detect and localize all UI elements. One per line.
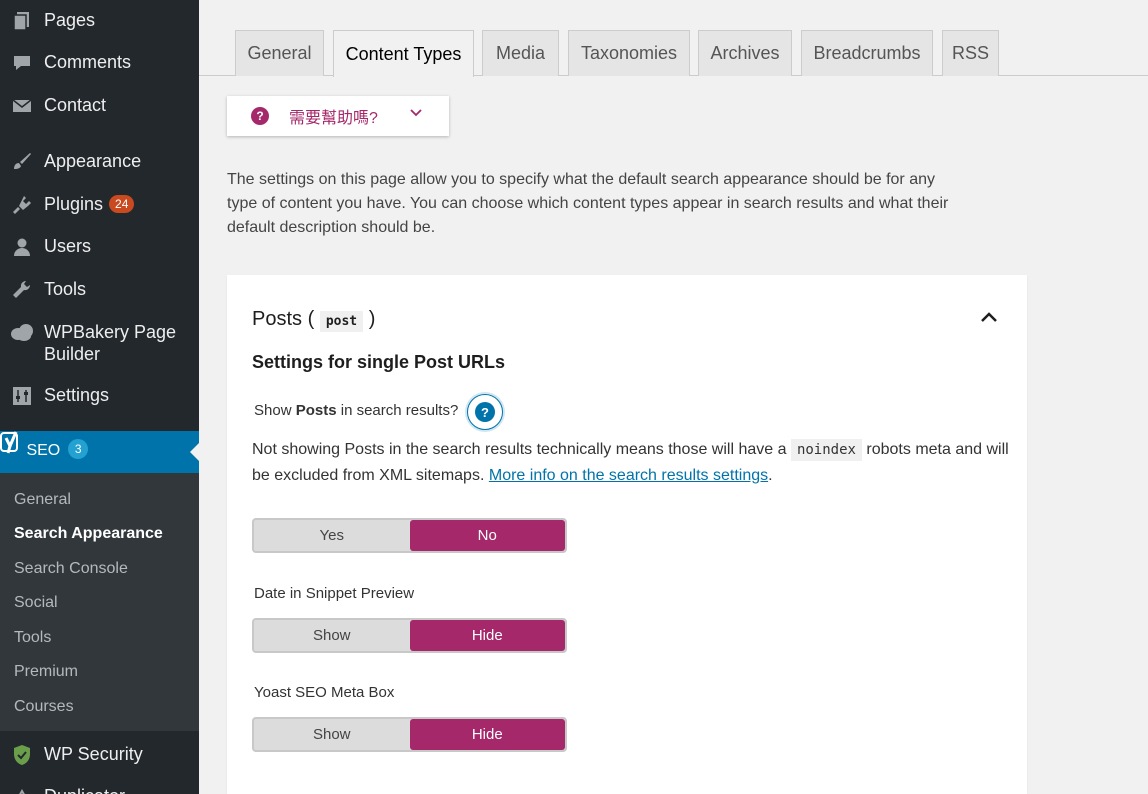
- label-bold: Posts: [295, 402, 337, 419]
- yoast-icon: [0, 431, 26, 459]
- sidebar-item-label: WP Security: [44, 744, 143, 764]
- sidebar-item-label: Contact: [44, 95, 107, 115]
- notification-badge: 3: [68, 439, 89, 459]
- label-pre: Show: [254, 402, 296, 419]
- sidebar-item-label: Appearance: [44, 151, 142, 171]
- submenu-item-courses[interactable]: Courses: [14, 698, 74, 716]
- tab-taxonomies[interactable]: Taxonomies: [568, 30, 690, 76]
- sidebar-item-label: Duplicator: [44, 785, 125, 794]
- help-button[interactable]: ?: [467, 394, 503, 430]
- tab-archives[interactable]: Archives: [698, 30, 792, 76]
- toggle-option-no[interactable]: No: [409, 520, 565, 551]
- tab-breadcrumbs[interactable]: Breadcrumbs: [801, 30, 933, 76]
- wrench-icon: [10, 278, 34, 302]
- sidebar-item-label: Tools: [44, 279, 87, 299]
- help-toggle-button[interactable]: ? 需要幫助嗎?: [227, 96, 449, 136]
- sidebar-item-seo[interactable]: SEO 3: [0, 431, 199, 473]
- help-label: 需要幫助嗎?: [289, 110, 378, 127]
- card-title-close: ): [368, 308, 376, 330]
- meta-box-toggle[interactable]: Show Hide: [252, 717, 567, 752]
- comments-icon: [10, 51, 34, 75]
- admin-sidebar: Pages Comments Contact Appearance Plugin…: [0, 0, 199, 794]
- submenu-item-social[interactable]: Social: [14, 594, 58, 612]
- noindex-code: noindex: [790, 439, 862, 461]
- tab-general[interactable]: General: [235, 30, 324, 76]
- show-in-search-label: Show Posts in search results?: [254, 402, 458, 419]
- sidebar-item-label: Users: [44, 236, 92, 256]
- settings-tab-bar: General Content Types Media Taxonomies A…: [199, 30, 1148, 77]
- sidebar-item-label: SEO: [26, 442, 61, 459]
- question-mark-icon: ?: [475, 402, 495, 422]
- sidebar-item-label: WPBakery Page Builder: [44, 322, 177, 364]
- toggle-option-hide[interactable]: Hide: [409, 719, 565, 750]
- post-type-code: post: [319, 311, 364, 332]
- pages-icon: [10, 9, 34, 33]
- meta-box-label: Yoast SEO Meta Box: [254, 684, 395, 701]
- sidebar-item-label: Plugins: [44, 194, 104, 214]
- cloud-icon: [10, 321, 34, 345]
- update-count-badge: 24: [109, 195, 135, 213]
- label-post: in search results?: [336, 402, 459, 419]
- current-menu-arrow: [190, 443, 199, 461]
- paintbrush-icon: [10, 150, 34, 174]
- search-results-info-link[interactable]: More info on the search results settings: [489, 467, 768, 484]
- noindex-description: Not showing Posts in the search results …: [252, 437, 1012, 489]
- toggle-option-show[interactable]: Show: [254, 620, 410, 651]
- settings-sliders-icon: [10, 384, 34, 408]
- toggle-option-show[interactable]: Show: [254, 719, 410, 750]
- question-circle-icon: ?: [251, 107, 269, 125]
- toggle-option-yes[interactable]: Yes: [254, 520, 410, 551]
- chevron-down-icon: [410, 109, 422, 117]
- toggle-option-hide[interactable]: Hide: [409, 620, 565, 651]
- sidebar-item-label: Comments: [44, 52, 132, 72]
- users-icon: [10, 235, 34, 259]
- submenu-item-search-appearance[interactable]: Search Appearance: [14, 525, 163, 543]
- desc-text: Not showing Posts in the search results …: [252, 441, 787, 458]
- card-title: Posts ( post ): [252, 308, 376, 332]
- sidebar-item-label: Settings: [44, 385, 110, 405]
- plugin-icon: [10, 193, 34, 217]
- tab-rss[interactable]: RSS: [942, 30, 999, 76]
- tab-media[interactable]: Media: [482, 30, 559, 76]
- shield-icon: [10, 743, 34, 767]
- submenu-item-search-console[interactable]: Search Console: [14, 560, 128, 578]
- mail-icon: [10, 94, 34, 118]
- posts-settings-card: Posts ( post ) Settings for single Post …: [227, 275, 1027, 794]
- submenu-item-premium[interactable]: Premium: [14, 663, 78, 681]
- tab-content-types[interactable]: Content Types: [333, 30, 474, 77]
- card-subtitle: Settings for single Post URLs: [252, 352, 506, 372]
- date-snippet-toggle[interactable]: Show Hide: [252, 618, 567, 653]
- seo-submenu: General Search Appearance Search Console…: [0, 473, 199, 731]
- intro-text: The settings on this page allow you to s…: [227, 171, 949, 236]
- chevron-up-icon[interactable]: [979, 309, 999, 325]
- submenu-item-general[interactable]: General: [14, 491, 71, 509]
- date-snippet-label: Date in Snippet Preview: [254, 585, 415, 602]
- submenu-item-tools[interactable]: Tools: [14, 629, 51, 647]
- show-in-search-toggle[interactable]: Yes No: [252, 518, 567, 553]
- card-title-text: Posts (: [252, 308, 315, 330]
- desc-end: .: [768, 467, 773, 484]
- duplicator-icon: [10, 785, 34, 794]
- sidebar-item-label: Pages: [44, 10, 96, 30]
